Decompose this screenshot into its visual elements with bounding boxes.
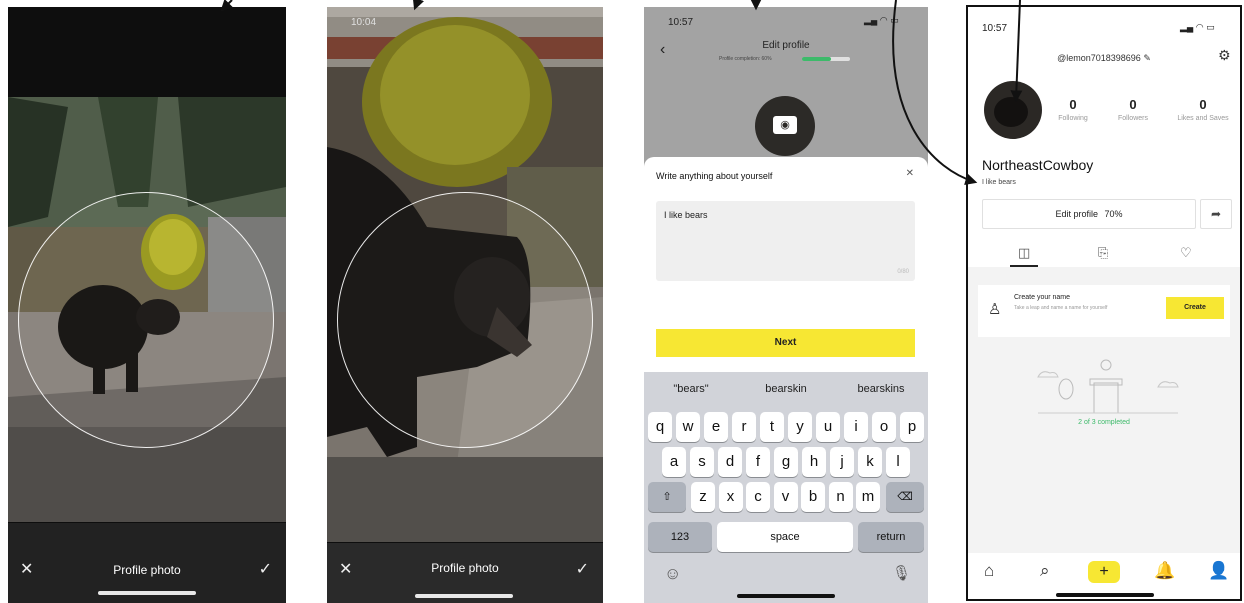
arrow-to-avatar — [1010, 0, 1023, 103]
annotation-arrows — [220, 0, 1023, 185]
arrow-2 — [412, 0, 424, 11]
arrow-to-bio — [892, 0, 978, 185]
arrow-1 — [220, 0, 234, 12]
